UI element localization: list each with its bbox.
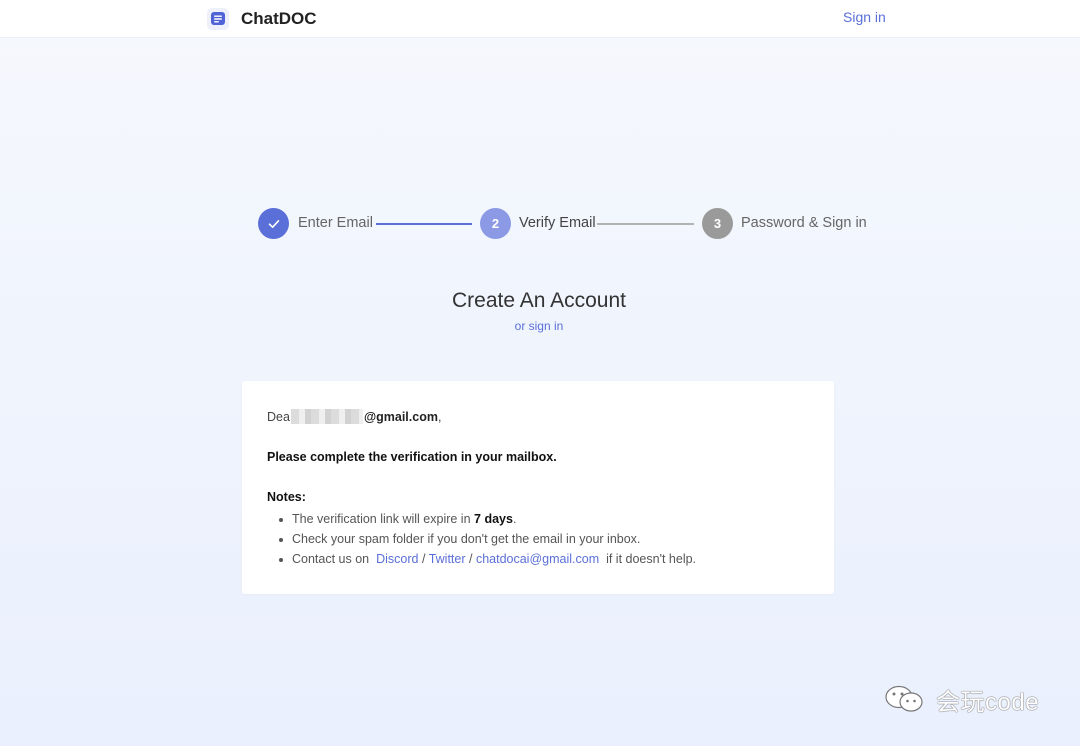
note-contact-suffix: if it doesn't help. (602, 552, 697, 566)
watermark: 会玩code (884, 683, 1040, 716)
or-signin-link[interactable]: or sign in (0, 319, 1078, 333)
notes-list: The verification link will expire in 7 d… (278, 509, 696, 569)
brand-name: ChatDOC (241, 9, 317, 28)
greeting-comma: , (437, 409, 442, 424)
top-bar: ChatDOC Sign in (0, 0, 1080, 38)
note-spam: Check your spam folder if you don't get … (278, 529, 696, 549)
note-expire-days: 7 days (474, 512, 513, 526)
step-1-label: Enter Email (298, 215, 373, 231)
separator: / (421, 552, 426, 566)
watermark-text: 会玩code (936, 688, 1040, 716)
step-3-circle: 3 (702, 208, 733, 239)
step-3-number: 3 (713, 216, 722, 231)
page-title: Create An Account (452, 289, 626, 312)
verification-card: Dea @gmail.com, Please complete the verif… (242, 381, 834, 594)
notes-title: Notes: (267, 490, 306, 504)
step-3-label: Password & Sign in (741, 215, 867, 231)
step-2-label: Verify Email (519, 215, 596, 231)
discord-link[interactable]: Discord (376, 552, 418, 566)
step-2-circle: 2 (480, 208, 511, 239)
step-connector-1 (376, 223, 472, 225)
brand-logo[interactable]: ChatDOC (207, 6, 317, 32)
separator: / (468, 552, 473, 566)
step-2-number: 2 (491, 216, 500, 231)
note-expire-text: The verification link will expire in (292, 512, 475, 526)
greeting-prefix: Dea (267, 409, 290, 424)
step-connector-2 (597, 223, 694, 225)
note-expire: The verification link will expire in 7 d… (278, 509, 696, 529)
twitter-link[interactable]: Twitter (429, 552, 466, 566)
note-contact: Contact us on Discord / Twitter / chatdo… (278, 549, 696, 569)
signup-stepper: Enter Email 2 Verify Email 3 Password & … (258, 208, 878, 240)
greeting-email: @gmail.com (363, 409, 438, 424)
greeting: Dea @gmail.com, (267, 409, 441, 424)
wechat-icon (885, 685, 923, 712)
check-icon (268, 219, 279, 228)
note-expire-period: . (512, 512, 517, 526)
redacted-email (290, 409, 363, 424)
chat-bubble-icon (207, 8, 229, 30)
note-contact-text: Contact us on (292, 552, 373, 566)
contact-email-link[interactable]: chatdocai@gmail.com (476, 552, 599, 566)
header-signin-link[interactable]: Sign in (843, 9, 886, 25)
step-1-circle (258, 208, 289, 239)
verification-instruction: Please complete the verification in your… (267, 450, 557, 464)
